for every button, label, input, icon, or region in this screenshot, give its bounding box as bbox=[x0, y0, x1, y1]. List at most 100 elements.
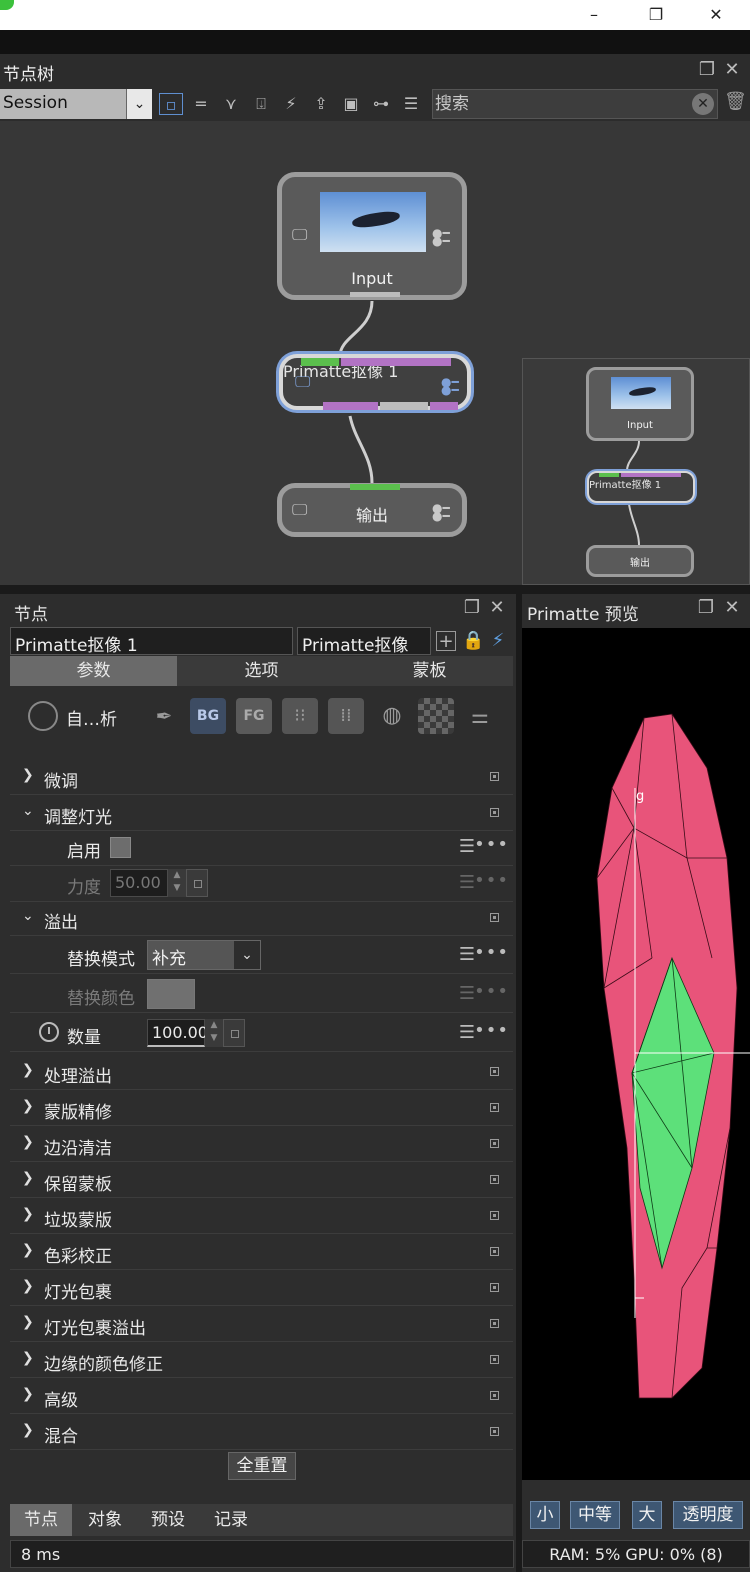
output-node[interactable]: 🖵 输出 ●━ ●━ bbox=[277, 483, 467, 537]
section-blend[interactable]: ❯ 混合 bbox=[10, 1414, 513, 1450]
fine-tune-sponge-icon[interactable]: ⁞⁞ bbox=[328, 698, 364, 734]
input-port[interactable] bbox=[350, 484, 400, 490]
tab-history[interactable]: 记录 bbox=[200, 1504, 262, 1536]
section-hold-matte[interactable]: ❯ 保留蒙板 bbox=[10, 1162, 513, 1198]
link-icon[interactable]: ⊶ bbox=[369, 93, 393, 115]
more-icon[interactable]: ••• bbox=[474, 834, 509, 855]
reset-section-icon[interactable] bbox=[490, 1067, 499, 1076]
node-name-field[interactable]: Primatte抠像 1 bbox=[10, 627, 293, 655]
undock-icon[interactable]: ❐ bbox=[697, 60, 717, 80]
reset-section-icon[interactable] bbox=[490, 1319, 499, 1328]
more-icon[interactable]: ••• bbox=[474, 981, 509, 1002]
folder-up-icon[interactable]: ⇪ bbox=[309, 93, 333, 115]
section-garbage-matte[interactable]: ❯ 垃圾蒙版 bbox=[10, 1198, 513, 1234]
tab-nodes[interactable]: 节点 bbox=[10, 1504, 72, 1536]
sliders-icon[interactable]: ⚌ bbox=[462, 698, 498, 734]
close-window-button[interactable]: ✕ bbox=[696, 4, 736, 26]
primatte-keyer-node[interactable]: 🖵 Primatte抠像 1 ●━ ●━ bbox=[279, 354, 471, 410]
auto-analyze-label[interactable]: 自…析 bbox=[66, 705, 117, 730]
reset-section-icon[interactable] bbox=[490, 913, 499, 922]
eyedropper-icon[interactable]: ✒ bbox=[146, 698, 182, 734]
reset-section-icon[interactable] bbox=[490, 1103, 499, 1112]
list-icon[interactable]: ☰ bbox=[399, 93, 423, 115]
layout-icon[interactable]: ▫ bbox=[159, 93, 183, 115]
hamburger-icon[interactable]: ☰ bbox=[459, 836, 475, 857]
reset-section-icon[interactable] bbox=[490, 1427, 499, 1436]
options-icon[interactable]: ●━ ●━ bbox=[432, 227, 450, 247]
strength-input[interactable]: 50.00 bbox=[110, 869, 168, 897]
reset-section-icon[interactable] bbox=[490, 1211, 499, 1220]
save-icon[interactable]: ▣ bbox=[339, 93, 363, 115]
clear-search-icon[interactable]: ✕ bbox=[692, 93, 714, 115]
transparency-button[interactable]: 透明度 bbox=[673, 1501, 743, 1529]
reset-section-icon[interactable] bbox=[490, 1391, 499, 1400]
section-fine-tune[interactable]: ❯ 微调 bbox=[10, 759, 513, 795]
fg-sample-button[interactable]: FG bbox=[236, 698, 272, 734]
reset-section-icon[interactable] bbox=[490, 1355, 499, 1364]
section-edge-clean[interactable]: ❯ 边沿清洁 bbox=[10, 1126, 513, 1162]
add-node-icon[interactable]: + bbox=[436, 631, 456, 652]
bg-sample-button[interactable]: BG bbox=[190, 698, 226, 734]
section-light-wrap-spill[interactable]: ❯ 灯光包裹溢出 bbox=[10, 1306, 513, 1342]
keyframe-icon[interactable] bbox=[223, 1019, 245, 1047]
section-handle-spill[interactable]: ❯ 处理溢出 bbox=[10, 1054, 513, 1090]
tab-options[interactable]: 选项 bbox=[178, 656, 345, 686]
tree-icon[interactable]: ⋎ bbox=[219, 93, 243, 115]
more-icon[interactable]: ••• bbox=[474, 1020, 509, 1041]
node-graph-minimap[interactable]: Input Primatte抠像 1 输出 bbox=[522, 358, 750, 585]
trash-icon[interactable]: 🗑 bbox=[724, 91, 747, 117]
globe-icon[interactable]: ◍ bbox=[374, 698, 410, 734]
reset-section-icon[interactable] bbox=[490, 1175, 499, 1184]
enable-checkbox[interactable] bbox=[110, 837, 131, 858]
options-icon[interactable]: ●━ ●━ bbox=[432, 502, 450, 522]
replace-color-swatch[interactable] bbox=[147, 979, 195, 1009]
reset-section-icon[interactable] bbox=[490, 808, 499, 817]
input-node[interactable]: 🖵 ●━ ●━ Input bbox=[277, 172, 467, 300]
tab-params[interactable]: 参数 bbox=[10, 656, 177, 686]
undock-icon[interactable]: ❐ bbox=[696, 598, 716, 618]
tab-mattes[interactable]: 蒙板 bbox=[346, 656, 513, 686]
bolt-icon[interactable]: ⚡ bbox=[488, 631, 508, 651]
lock-icon[interactable]: 🔒 bbox=[462, 631, 484, 651]
keyframe-icon[interactable] bbox=[186, 869, 208, 897]
section-edge-color-correct[interactable]: ❯ 边缘的颜色修正 bbox=[10, 1342, 513, 1378]
tab-objects[interactable]: 对象 bbox=[74, 1504, 136, 1536]
bolt-icon[interactable]: ⚡ bbox=[279, 93, 303, 115]
hamburger-icon[interactable]: ☰ bbox=[459, 944, 475, 965]
reset-section-icon[interactable] bbox=[490, 1283, 499, 1292]
checkerboard-icon[interactable] bbox=[418, 698, 454, 734]
reset-all-button[interactable]: 全重置 bbox=[228, 1452, 296, 1480]
options-icon[interactable]: ●━ ●━ bbox=[441, 376, 459, 396]
amount-spinner[interactable]: ▲ ▼ bbox=[205, 1019, 223, 1047]
close-panel-icon[interactable]: ✕ bbox=[722, 60, 742, 80]
amount-input[interactable]: 100.00 bbox=[147, 1019, 208, 1047]
replace-mode-dropdown[interactable]: 补充 ⌄ bbox=[147, 940, 261, 970]
minimize-button[interactable]: – bbox=[574, 4, 614, 26]
output-port-b[interactable] bbox=[380, 402, 428, 410]
session-dropdown[interactable]: Session ⌄ bbox=[0, 89, 152, 119]
color-space-viewport[interactable]: g bbox=[522, 628, 750, 1480]
hamburger-icon[interactable]: ☰ bbox=[459, 1022, 475, 1043]
size-medium-button[interactable]: 中等 bbox=[570, 1501, 620, 1529]
hamburger-icon[interactable]: ☰ bbox=[459, 872, 475, 893]
maximize-button[interactable]: ❐ bbox=[636, 4, 676, 26]
section-adjust-lighting[interactable]: ⌄ 调整灯光 bbox=[10, 795, 513, 831]
undock-icon[interactable]: ❐ bbox=[462, 598, 482, 618]
section-light-wrap[interactable]: ❯ 灯光包裹 bbox=[10, 1270, 513, 1306]
section-advanced[interactable]: ❯ 高级 bbox=[10, 1378, 513, 1414]
output-port-c[interactable] bbox=[430, 402, 458, 410]
section-matte-refine[interactable]: ❯ 蒙版精修 bbox=[10, 1090, 513, 1126]
output-port[interactable] bbox=[350, 292, 400, 297]
matte-sponge-icon[interactable]: ⁝⁝ bbox=[282, 698, 318, 734]
section-color-correct[interactable]: ❯ 色彩校正 bbox=[10, 1234, 513, 1270]
clock-icon[interactable] bbox=[39, 1022, 59, 1042]
size-large-button[interactable]: 大 bbox=[632, 1501, 662, 1529]
reset-section-icon[interactable] bbox=[490, 1139, 499, 1148]
upload-icon[interactable]: ⍗ bbox=[249, 93, 273, 115]
tab-presets[interactable]: 预设 bbox=[137, 1504, 199, 1536]
align-icon[interactable]: = bbox=[189, 93, 213, 115]
close-panel-icon[interactable]: ✕ bbox=[722, 598, 742, 618]
more-icon[interactable]: ••• bbox=[474, 870, 509, 891]
strength-spinner[interactable]: ▲ ▼ bbox=[168, 869, 186, 897]
input-port-fg[interactable] bbox=[301, 358, 339, 366]
